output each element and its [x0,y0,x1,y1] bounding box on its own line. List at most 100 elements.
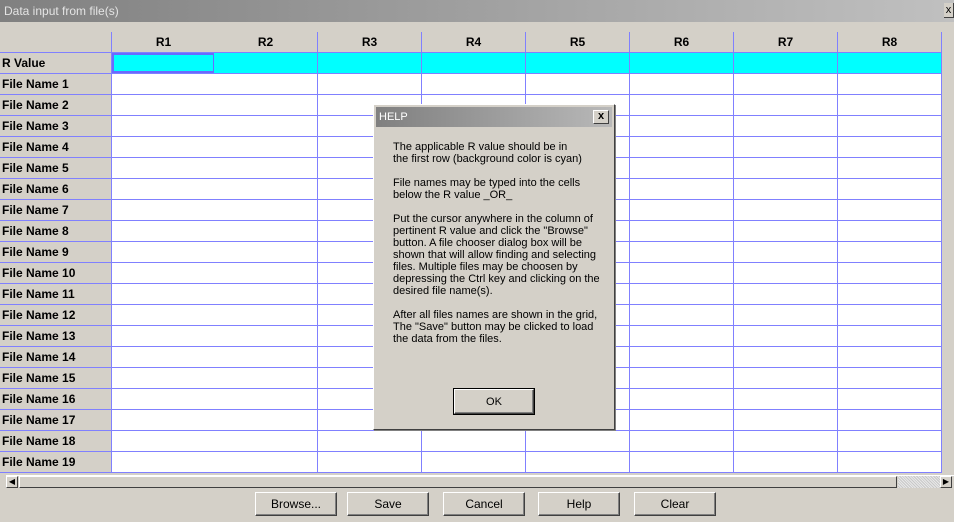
file-name-cell[interactable] [838,263,942,284]
file-name-cell[interactable] [318,452,422,473]
file-name-cell[interactable] [734,263,838,284]
file-name-cell[interactable] [112,284,216,305]
file-name-cell[interactable] [112,410,216,431]
file-name-cell[interactable] [734,389,838,410]
file-name-cell[interactable] [112,158,216,179]
file-name-cell[interactable] [112,116,216,137]
file-name-cell[interactable] [214,368,318,389]
file-name-cell[interactable] [838,284,942,305]
file-name-cell[interactable] [214,263,318,284]
file-name-cell[interactable] [734,116,838,137]
file-name-cell[interactable] [112,431,216,452]
file-name-cell[interactable] [214,116,318,137]
file-name-cell[interactable] [838,368,942,389]
cancel-button[interactable]: Cancel [443,492,525,516]
file-name-cell[interactable] [214,389,318,410]
r-value-cell-r3[interactable] [318,53,422,74]
column-header-r7[interactable]: R7 [734,32,838,53]
file-name-cell[interactable] [838,389,942,410]
r-value-cell-r7[interactable] [734,53,838,74]
file-name-cell[interactable] [838,200,942,221]
file-name-cell[interactable] [838,305,942,326]
file-name-cell[interactable] [214,158,318,179]
file-name-cell[interactable] [734,452,838,473]
help-button[interactable]: Help [538,492,620,516]
file-name-cell[interactable] [214,326,318,347]
file-name-cell[interactable] [214,242,318,263]
file-name-cell[interactable] [630,452,734,473]
file-name-cell[interactable] [318,74,422,95]
file-name-cell[interactable] [630,263,734,284]
clear-button[interactable]: Clear [634,492,716,516]
save-button[interactable]: Save [347,492,429,516]
window-close-icon[interactable]: x [944,3,954,18]
file-name-cell[interactable] [734,284,838,305]
r-value-cell-r5[interactable] [526,53,630,74]
file-name-cell[interactable] [630,284,734,305]
file-name-cell[interactable] [526,452,630,473]
file-name-cell[interactable] [214,452,318,473]
file-name-cell[interactable] [630,305,734,326]
ok-button[interactable]: OK [454,389,534,414]
file-name-cell[interactable] [630,200,734,221]
file-name-cell[interactable] [734,137,838,158]
column-header-r2[interactable]: R2 [214,32,318,53]
file-name-cell[interactable] [838,116,942,137]
r-value-cell-r1[interactable] [112,53,216,74]
vertical-scrollbar[interactable] [944,32,954,53]
file-name-cell[interactable] [630,347,734,368]
file-name-cell[interactable] [630,242,734,263]
r-value-cell-r6[interactable] [630,53,734,74]
scroll-thumb[interactable] [19,476,897,488]
file-name-cell[interactable] [630,179,734,200]
file-name-cell[interactable] [112,200,216,221]
file-name-cell[interactable] [734,158,838,179]
column-header-r1[interactable]: R1 [112,32,216,53]
file-name-cell[interactable] [630,326,734,347]
horizontal-scrollbar[interactable]: ◀ ▶ [6,475,954,488]
browse-button[interactable]: Browse... [255,492,337,516]
file-name-cell[interactable] [734,200,838,221]
file-name-cell[interactable] [838,431,942,452]
file-name-cell[interactable] [422,74,526,95]
file-name-cell[interactable] [112,347,216,368]
column-header-r6[interactable]: R6 [630,32,734,53]
file-name-cell[interactable] [526,431,630,452]
file-name-cell[interactable] [214,221,318,242]
file-name-cell[interactable] [838,326,942,347]
file-name-cell[interactable] [630,431,734,452]
file-name-cell[interactable] [630,95,734,116]
file-name-cell[interactable] [838,74,942,95]
help-close-icon[interactable]: x [593,110,609,124]
file-name-cell[interactable] [214,200,318,221]
column-header-r5[interactable]: R5 [526,32,630,53]
file-name-cell[interactable] [630,410,734,431]
file-name-cell[interactable] [214,347,318,368]
column-header-r4[interactable]: R4 [422,32,526,53]
file-name-cell[interactable] [112,95,216,116]
file-name-cell[interactable] [734,305,838,326]
file-name-cell[interactable] [214,284,318,305]
file-name-cell[interactable] [630,389,734,410]
file-name-cell[interactable] [630,116,734,137]
file-name-cell[interactable] [734,221,838,242]
file-name-cell[interactable] [422,431,526,452]
file-name-cell[interactable] [112,179,216,200]
file-name-cell[interactable] [630,368,734,389]
file-name-cell[interactable] [112,305,216,326]
file-name-cell[interactable] [838,347,942,368]
file-name-cell[interactable] [838,95,942,116]
scroll-track[interactable] [898,476,940,488]
file-name-cell[interactable] [630,221,734,242]
r-value-cell-r2[interactable] [214,53,318,74]
column-header-r8[interactable]: R8 [838,32,942,53]
file-name-cell[interactable] [838,410,942,431]
file-name-cell[interactable] [734,242,838,263]
column-header-r3[interactable]: R3 [318,32,422,53]
file-name-cell[interactable] [734,368,838,389]
file-name-cell[interactable] [630,137,734,158]
file-name-cell[interactable] [838,221,942,242]
file-name-cell[interactable] [734,179,838,200]
file-name-cell[interactable] [838,452,942,473]
file-name-cell[interactable] [734,431,838,452]
